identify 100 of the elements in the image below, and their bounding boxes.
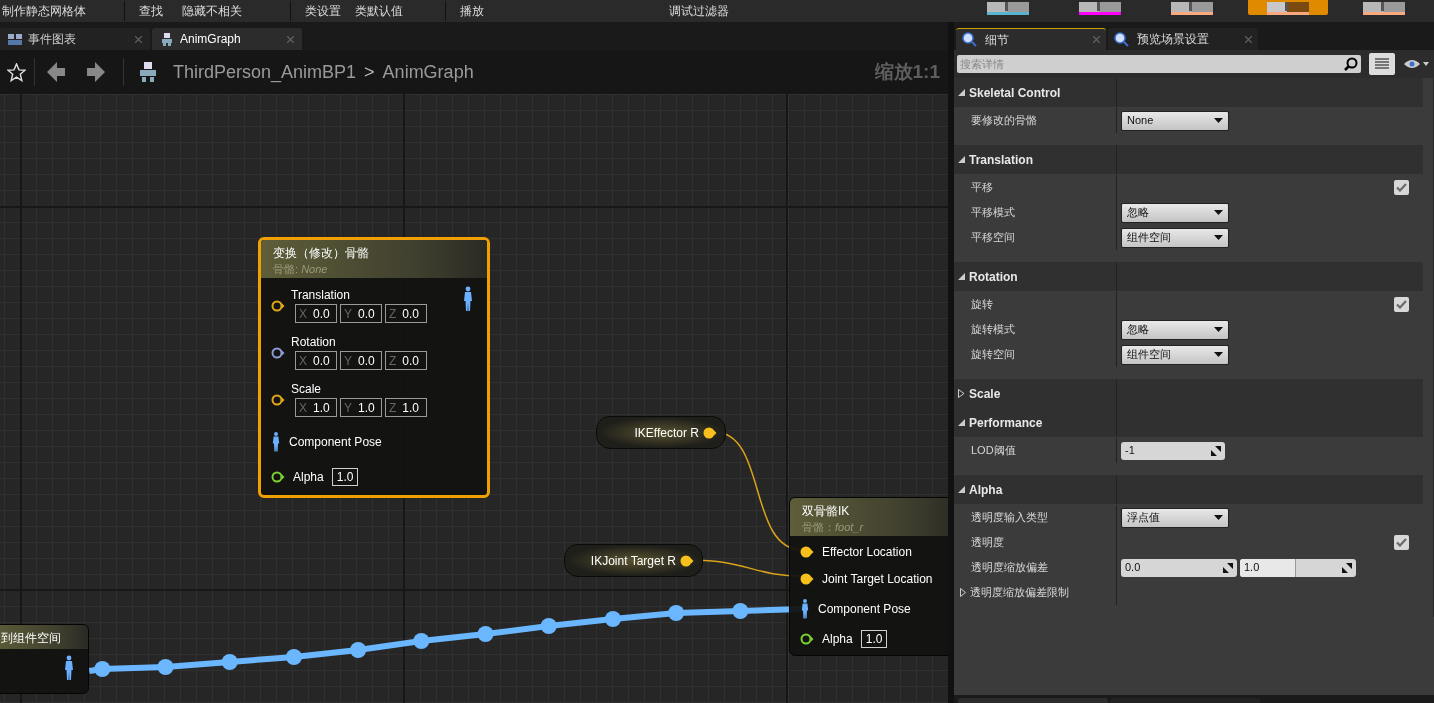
checkbox[interactable] bbox=[1394, 180, 1409, 195]
expander-icon[interactable] bbox=[960, 588, 966, 597]
property-label: 旋转 bbox=[971, 297, 993, 313]
toolbar-button[interactable]: 制作静态网格体 bbox=[2, 2, 86, 20]
pin-icon[interactable] bbox=[271, 393, 285, 406]
toolbar-button[interactable]: 查找 bbox=[139, 2, 163, 20]
search-field[interactable]: 搜索详情 bbox=[957, 55, 1361, 73]
checkbox[interactable] bbox=[1394, 535, 1409, 550]
pin-icon[interactable] bbox=[800, 573, 814, 585]
pin-label: Alpha bbox=[822, 631, 853, 648]
editor-tab[interactable]: 事件图表 bbox=[0, 28, 150, 50]
section-header[interactable]: Rotation bbox=[954, 262, 1423, 291]
info-search-icon bbox=[1114, 31, 1129, 47]
pin-icon[interactable] bbox=[703, 426, 717, 439]
section-header[interactable]: Skeletal Control bbox=[954, 78, 1423, 107]
dropdown[interactable]: 浮点值 bbox=[1121, 507, 1229, 528]
view-options-button[interactable] bbox=[1369, 53, 1395, 75]
section-header[interactable]: Alpha bbox=[954, 475, 1423, 504]
toolbar-button[interactable]: 类设置 bbox=[305, 2, 341, 20]
spin-icon bbox=[1223, 562, 1233, 573]
number-field[interactable]: Y 1.0 bbox=[340, 398, 382, 417]
property-label: 平移 bbox=[971, 180, 993, 196]
dropdown[interactable]: 忽略 bbox=[1121, 202, 1229, 223]
view-mode-button[interactable] bbox=[1248, 0, 1328, 15]
close-icon[interactable] bbox=[1093, 36, 1100, 43]
number-field[interactable]: 1.0 bbox=[331, 468, 359, 486]
toolbar-button[interactable]: 类默认值 bbox=[355, 2, 403, 20]
number-field[interactable]: 1.0 bbox=[860, 630, 888, 648]
close-icon[interactable] bbox=[135, 35, 142, 43]
number-field[interactable]: Y 0.0 bbox=[340, 304, 382, 323]
pin-label: Alpha bbox=[293, 469, 324, 486]
graph-node[interactable]: 变换（修改）骨骼 骨骼: None Translation X 0.0 Y 0.0 Z 0.0 Rotation X 0.0 Y 0.0 Z 0.0 Scale X 1.0 Y 1.0 Z 1.0 Component Pose Alpha 1.0 bbox=[258, 237, 490, 498]
close-icon[interactable] bbox=[287, 35, 294, 43]
dropdown[interactable]: 组件空间 bbox=[1121, 227, 1229, 248]
axis-value: 0.0 bbox=[313, 305, 330, 323]
dropdown[interactable]: 忽略 bbox=[1121, 319, 1229, 340]
pin-icon[interactable] bbox=[680, 554, 694, 567]
toolbar-button[interactable]: 隐藏不相关 bbox=[182, 2, 242, 20]
pin-label: Rotation bbox=[291, 335, 337, 350]
number-field[interactable]: Y 0.0 bbox=[340, 351, 382, 370]
node-title: IKEffector R bbox=[634, 424, 699, 442]
pin-icon[interactable] bbox=[271, 471, 285, 483]
pose-pin-icon bbox=[463, 286, 473, 312]
caret-icon bbox=[1214, 352, 1223, 357]
pin-icon[interactable] bbox=[271, 299, 285, 312]
dropdown[interactable]: 组件空间 bbox=[1121, 344, 1229, 365]
axis-label: Y bbox=[344, 352, 352, 370]
check-icon bbox=[1396, 183, 1407, 192]
pose-pin-icon bbox=[801, 598, 809, 620]
star-icon[interactable] bbox=[7, 62, 26, 82]
pin-label: Joint Target Location bbox=[822, 571, 933, 588]
number-field[interactable]: 1.0 bbox=[1240, 558, 1356, 577]
toolbar-button[interactable]: 调试过滤器 bbox=[669, 2, 729, 20]
axis-label: X bbox=[299, 352, 307, 370]
section-header[interactable]: Scale bbox=[954, 379, 1423, 408]
property-label: 透明度缩放偏差 bbox=[971, 560, 1048, 576]
number-field[interactable]: X 1.0 bbox=[295, 398, 337, 417]
robot-icon bbox=[160, 32, 174, 46]
section-header[interactable]: Translation bbox=[954, 145, 1423, 174]
number-field[interactable]: 0.0 bbox=[1121, 558, 1237, 577]
spin-icon bbox=[1211, 445, 1221, 456]
node-subtitle: 骨骼：foot_r bbox=[802, 520, 865, 534]
toolbar-button[interactable]: 播放 bbox=[460, 2, 484, 20]
pin-icon[interactable] bbox=[800, 546, 814, 558]
pin-label: Component Pose bbox=[818, 601, 911, 618]
panel-tab[interactable]: 预览场景设置 bbox=[1108, 28, 1258, 50]
panel-tab[interactable]: 细节 bbox=[956, 28, 1106, 50]
number-field[interactable]: X 0.0 bbox=[295, 304, 337, 323]
back-icon[interactable] bbox=[47, 62, 65, 82]
number-field[interactable]: -1 bbox=[1121, 441, 1225, 460]
list-icon bbox=[1375, 58, 1389, 70]
section-header[interactable]: Performance bbox=[954, 408, 1423, 437]
property-label: 平移空间 bbox=[971, 230, 1015, 246]
number-field[interactable]: Z 1.0 bbox=[385, 398, 427, 417]
eye-icon[interactable] bbox=[1403, 58, 1429, 70]
robot-icon bbox=[138, 62, 158, 82]
zoom-level: 缩放1:1 bbox=[874, 59, 940, 84]
node-title: 变换（修改）骨骼 bbox=[273, 245, 370, 262]
check-icon bbox=[1396, 538, 1407, 547]
number-field[interactable]: Z 0.0 bbox=[385, 304, 427, 323]
variable-node[interactable]: IKJoint Target R bbox=[564, 544, 703, 577]
graph-node[interactable]: 双骨骼IK 骨骼：foot_r Effector Location Joint Target Location Component Pose Alpha 1.0 bbox=[789, 497, 948, 656]
breadcrumb-separator: > bbox=[364, 60, 375, 84]
number-field[interactable]: Z 0.0 bbox=[385, 351, 427, 370]
number-field[interactable]: X 0.0 bbox=[295, 351, 337, 370]
pin-label: Effector Location bbox=[822, 544, 912, 561]
dropdown[interactable]: None bbox=[1121, 110, 1229, 131]
variable-node[interactable]: IKEffector R bbox=[596, 416, 726, 449]
breadcrumb-link[interactable]: ThirdPerson_AnimBP1 bbox=[173, 58, 357, 86]
pin-icon[interactable] bbox=[271, 346, 285, 359]
axis-label: X bbox=[299, 399, 307, 417]
property-label: 旋转模式 bbox=[971, 322, 1015, 338]
close-icon[interactable] bbox=[1245, 35, 1252, 43]
editor-tab[interactable]: AnimGraph bbox=[152, 28, 302, 50]
node-title: 双骨骼IK bbox=[802, 503, 851, 520]
property-label: 平移模式 bbox=[971, 205, 1015, 221]
pin-icon[interactable] bbox=[800, 633, 814, 645]
graph-node[interactable]: 到组件空间 bbox=[0, 624, 89, 694]
forward-icon[interactable] bbox=[87, 62, 105, 82]
checkbox[interactable] bbox=[1394, 297, 1409, 312]
